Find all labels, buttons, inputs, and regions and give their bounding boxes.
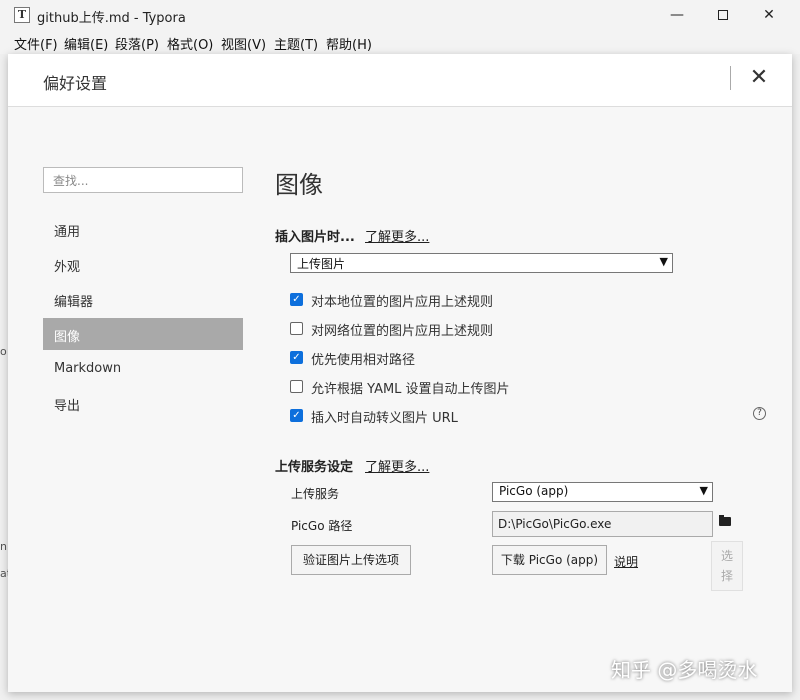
insert-image-label: 插入图片时... — [275, 230, 355, 245]
maximize-icon — [718, 10, 728, 20]
close-preferences-button[interactable]: ✕ — [746, 65, 772, 91]
section-title: 图像 — [275, 171, 323, 199]
download-picgo-button[interactable]: 下载 PicGo (app) — [492, 545, 607, 575]
menu-theme[interactable]: 主题(T) — [274, 34, 318, 53]
menu-edit[interactable]: 编辑(E) — [64, 34, 108, 53]
preferences-panel: 偏好设置 ✕ 查找... 通用 外观 编辑器 图像 Markdown 导出 图像… — [8, 54, 792, 692]
header-divider — [730, 66, 731, 90]
checkbox-checked-icon[interactable]: ✓ — [290, 409, 303, 422]
menu-format[interactable]: 格式(O) — [167, 34, 213, 53]
check-label: 对本地位置的图片应用上述规则 — [311, 295, 494, 310]
menu-file[interactable]: 文件(F) — [14, 34, 58, 53]
upload-service-select[interactable]: PicGo (app) ▼ — [492, 482, 713, 502]
picgo-path-label: PicGo 路径 — [291, 519, 353, 533]
maximize-button[interactable] — [700, 0, 746, 30]
minimize-button[interactable]: — — [654, 0, 700, 30]
insert-image-select[interactable]: 上传图片 ▼ — [290, 253, 673, 273]
title-bar: T github上传.md - Typora — ✕ — [0, 0, 800, 30]
close-window-button[interactable]: ✕ — [746, 0, 792, 30]
watermark-text: 知乎 @多喝烫水 — [611, 658, 758, 682]
tooltip-text: 选 — [720, 549, 733, 563]
menu-help[interactable]: 帮助(H) — [326, 34, 372, 53]
learn-more-link[interactable]: 了解更多... — [365, 226, 429, 245]
nav-general[interactable]: 通用 — [43, 213, 243, 245]
background-text-fragment: n — [0, 540, 7, 553]
typora-app-icon: T — [14, 7, 30, 23]
checkbox-checked-icon[interactable]: ✓ — [290, 351, 303, 364]
picgo-path-input[interactable]: D:\PicGo\PicGo.exe — [492, 511, 713, 537]
tooltip-popup: 选 择 — [711, 541, 743, 591]
chevron-down-icon: ▼ — [699, 484, 708, 497]
verify-upload-button[interactable]: 验证图片上传选项 — [291, 545, 411, 575]
preferences-header: 偏好设置 ✕ — [8, 54, 792, 107]
preferences-title: 偏好设置 — [43, 74, 108, 93]
learn-more-link[interactable]: 了解更多... — [365, 456, 429, 475]
help-icon[interactable]: ? — [753, 407, 766, 420]
upload-service-heading: 上传服务设定 — [275, 460, 354, 475]
check-label: 允许根据 YAML 设置自动上传图片 — [311, 382, 510, 397]
explain-link[interactable]: 说明 — [614, 553, 638, 570]
chevron-down-icon: ▼ — [659, 255, 668, 268]
upload-service-label: 上传服务 — [291, 487, 340, 501]
menu-bar: 文件(F) 编辑(E) 段落(P) 格式(O) 视图(V) 主题(T) 帮助(H… — [0, 30, 800, 54]
nav-markdown[interactable]: Markdown — [43, 353, 243, 385]
nav-export[interactable]: 导出 — [43, 387, 243, 419]
folder-icon[interactable] — [719, 515, 731, 526]
check-label: 优先使用相对路径 — [311, 353, 416, 368]
insert-image-select-value: 上传图片 — [297, 257, 346, 271]
nav-image[interactable]: 图像 — [43, 318, 243, 350]
upload-service-value: PicGo (app) — [499, 484, 569, 498]
menu-view[interactable]: 视图(V) — [221, 34, 266, 53]
preferences-search-input[interactable]: 查找... — [43, 167, 243, 193]
background-text-fragment: o — [0, 345, 7, 358]
tooltip-text: 择 — [720, 569, 733, 583]
checkbox-checked-icon[interactable]: ✓ — [290, 293, 303, 306]
checkbox-unchecked-icon[interactable] — [290, 322, 303, 335]
checkbox-unchecked-icon[interactable] — [290, 380, 303, 393]
window-title: github上传.md - Typora — [37, 11, 186, 26]
nav-appearance[interactable]: 外观 — [43, 248, 243, 280]
nav-editor[interactable]: 编辑器 — [43, 283, 243, 315]
check-label: 插入时自动转义图片 URL — [311, 411, 458, 426]
menu-paragraph[interactable]: 段落(P) — [115, 34, 159, 53]
check-label: 对网络位置的图片应用上述规则 — [311, 324, 494, 339]
